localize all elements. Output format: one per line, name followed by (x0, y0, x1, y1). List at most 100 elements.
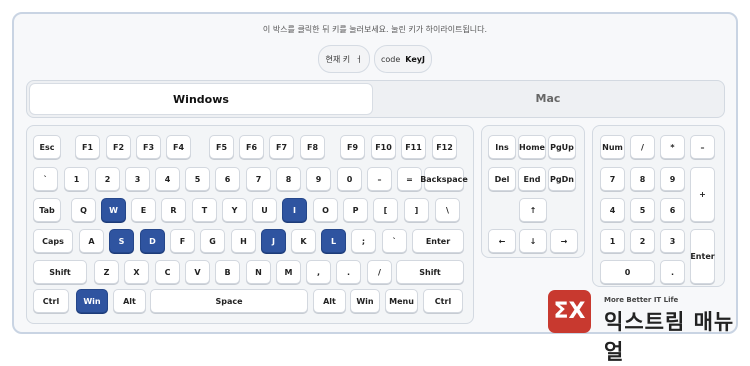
key-insert[interactable]: Ins (488, 135, 516, 159)
key-np-0[interactable]: 0 (600, 260, 655, 284)
key-period[interactable]: . (336, 260, 361, 284)
key-np-6[interactable]: 6 (660, 198, 685, 222)
key-win-left[interactable]: Win (76, 289, 108, 313)
key-shift-right[interactable]: Shift (396, 260, 464, 284)
key-r[interactable]: R (161, 198, 186, 222)
key-bracket-right[interactable]: ] (404, 198, 429, 222)
key-space[interactable]: Space (150, 289, 308, 313)
key-f1[interactable]: F1 (75, 135, 100, 159)
key-numlock[interactable]: Num (600, 135, 625, 159)
key-minus[interactable]: – (367, 167, 392, 191)
tab-windows[interactable]: Windows (29, 83, 373, 115)
key-np-enter[interactable]: Enter (690, 229, 715, 284)
key-v[interactable]: V (185, 260, 210, 284)
key-g[interactable]: G (200, 229, 225, 253)
key-f2[interactable]: F2 (106, 135, 131, 159)
key-backspace[interactable]: Backspace (420, 167, 468, 191)
key-f3[interactable]: F3 (136, 135, 161, 159)
key-t[interactable]: T (192, 198, 217, 222)
key-f10[interactable]: F10 (371, 135, 396, 159)
key-caps[interactable]: Caps (33, 229, 73, 253)
key-o[interactable]: O (313, 198, 338, 222)
key-5[interactable]: 5 (185, 167, 210, 191)
key-arrow-down[interactable]: ↓ (519, 229, 547, 253)
key-j[interactable]: J (261, 229, 286, 253)
key-y[interactable]: Y (222, 198, 247, 222)
key-h[interactable]: H (231, 229, 256, 253)
key-shift-left[interactable]: Shift (33, 260, 87, 284)
key-win-right[interactable]: Win (350, 289, 380, 313)
key-np-5[interactable]: 5 (630, 198, 655, 222)
key-esc[interactable]: Esc (33, 135, 61, 159)
key-a[interactable]: A (79, 229, 104, 253)
key-np-4[interactable]: 4 (600, 198, 625, 222)
key-np-divide[interactable]: / (630, 135, 655, 159)
key-u[interactable]: U (252, 198, 277, 222)
key-f12[interactable]: F12 (432, 135, 457, 159)
key-f11[interactable]: F11 (401, 135, 426, 159)
key-f4[interactable]: F4 (166, 135, 191, 159)
key-alt-left[interactable]: Alt (113, 289, 146, 313)
key-7[interactable]: 7 (246, 167, 271, 191)
key-backquote[interactable]: ` (33, 167, 58, 191)
key-f9[interactable]: F9 (340, 135, 365, 159)
key-enter[interactable]: Enter (412, 229, 464, 253)
key-d[interactable]: D (140, 229, 165, 253)
key-home[interactable]: Home (518, 135, 546, 159)
key-slash[interactable]: / (367, 260, 392, 284)
key-f7[interactable]: F7 (269, 135, 294, 159)
key-pgup[interactable]: PgUp (548, 135, 576, 159)
key-menu[interactable]: Menu (385, 289, 418, 313)
key-pgdn[interactable]: PgDn (548, 167, 576, 191)
key-arrow-left[interactable]: ← (488, 229, 516, 253)
key-b[interactable]: B (215, 260, 240, 284)
key-p[interactable]: P (343, 198, 368, 222)
key-s[interactable]: S (109, 229, 134, 253)
key-np-decimal[interactable]: . (660, 260, 685, 284)
key-z[interactable]: Z (94, 260, 119, 284)
key-alt-right[interactable]: Alt (313, 289, 346, 313)
key-bracket-left[interactable]: [ (373, 198, 398, 222)
key-l[interactable]: L (321, 229, 346, 253)
key-x[interactable]: X (124, 260, 149, 284)
key-8[interactable]: 8 (276, 167, 301, 191)
key-ctrl-right[interactable]: Ctrl (423, 289, 463, 313)
key-delete[interactable]: Del (488, 167, 516, 191)
key-e[interactable]: E (131, 198, 156, 222)
key-f8[interactable]: F8 (300, 135, 325, 159)
key-np-7[interactable]: 7 (600, 167, 625, 191)
key-c[interactable]: C (155, 260, 180, 284)
key-backslash[interactable]: \ (435, 198, 460, 222)
key-f5[interactable]: F5 (209, 135, 234, 159)
key-np-1[interactable]: 1 (600, 229, 625, 253)
key-arrow-up[interactable]: ↑ (519, 198, 547, 222)
key-2[interactable]: 2 (95, 167, 120, 191)
key-np-9[interactable]: 9 (660, 167, 685, 191)
key-f[interactable]: F (170, 229, 195, 253)
key-6[interactable]: 6 (215, 167, 240, 191)
key-tab[interactable]: Tab (33, 198, 61, 222)
key-ctrl-left[interactable]: Ctrl (33, 289, 69, 313)
key-9[interactable]: 9 (306, 167, 331, 191)
key-comma[interactable]: , (306, 260, 331, 284)
key-np-multiply[interactable]: * (660, 135, 685, 159)
key-m[interactable]: M (276, 260, 301, 284)
key-4[interactable]: 4 (155, 167, 180, 191)
key-w[interactable]: W (101, 198, 126, 222)
key-np-3[interactable]: 3 (660, 229, 685, 253)
key-quote[interactable]: ` (382, 229, 407, 253)
key-end[interactable]: End (518, 167, 546, 191)
key-np-plus[interactable]: + (690, 167, 715, 222)
key-n[interactable]: N (246, 260, 271, 284)
key-i[interactable]: I (282, 198, 307, 222)
key-np-2[interactable]: 2 (630, 229, 655, 253)
key-0[interactable]: 0 (337, 167, 362, 191)
key-f6[interactable]: F6 (239, 135, 264, 159)
key-semicolon[interactable]: ; (351, 229, 376, 253)
key-equal[interactable]: = (397, 167, 422, 191)
key-np-8[interactable]: 8 (630, 167, 655, 191)
key-arrow-right[interactable]: → (550, 229, 578, 253)
key-q[interactable]: Q (71, 198, 96, 222)
key-np-minus[interactable]: – (690, 135, 715, 159)
tab-mac[interactable]: Mac (374, 83, 722, 113)
